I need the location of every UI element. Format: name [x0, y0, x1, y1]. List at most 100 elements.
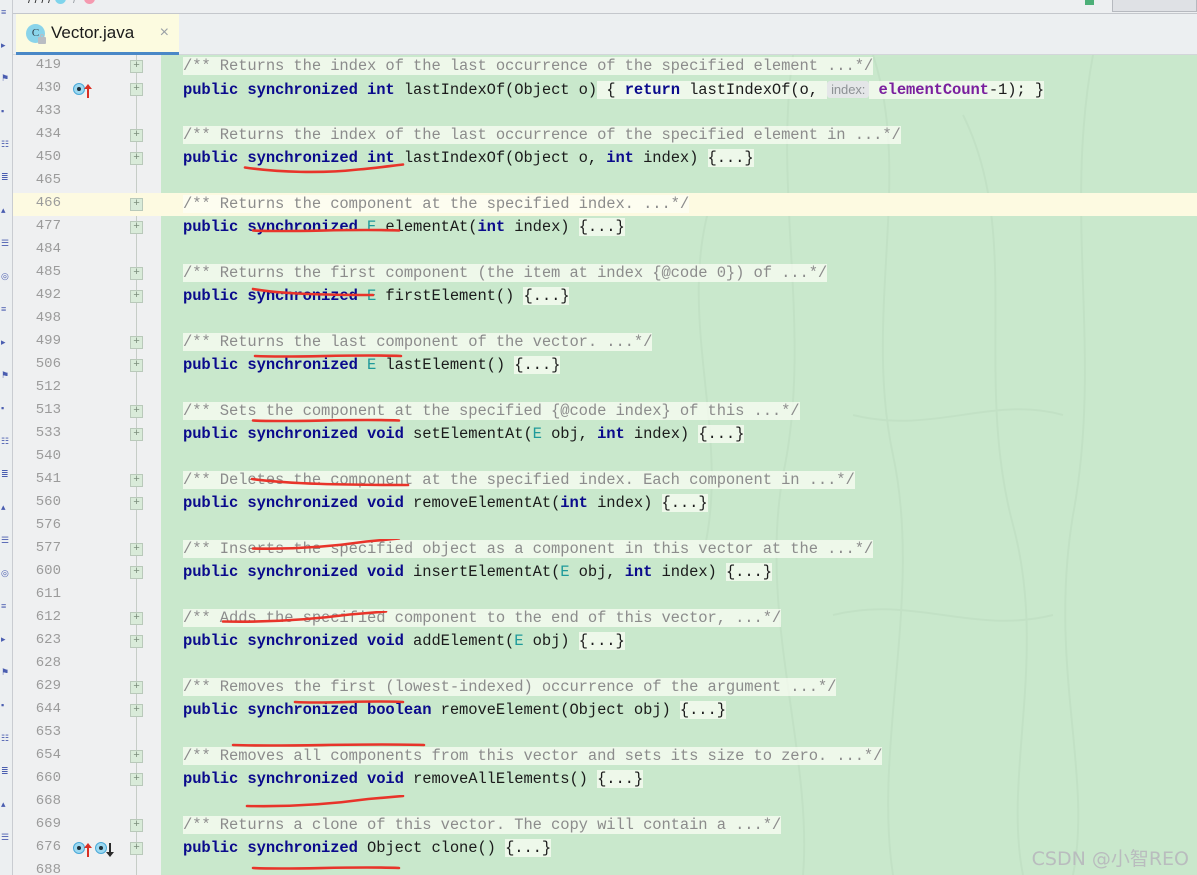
- fold-toggle-icon[interactable]: +: [130, 428, 143, 441]
- code-row[interactable]: 506 + public synchronized E lastElement() …: [13, 354, 1197, 377]
- code-line-text[interactable]: public synchronized int lastIndexOf(Obje…: [183, 80, 1044, 100]
- code-line-text[interactable]: public synchronized E elementAt(int inde…: [183, 218, 625, 237]
- tool-strip-glyph[interactable]: ▴: [1, 503, 6, 512]
- code-row[interactable]: 644 + public synchronized boolean removeEl…: [13, 699, 1197, 722]
- tool-strip-glyph[interactable]: ≣: [1, 767, 9, 776]
- fold-toggle-icon[interactable]: +: [130, 635, 143, 648]
- code-line-text[interactable]: /** Returns the component at the specifi…: [183, 195, 689, 214]
- tool-strip-glyph[interactable]: ☰: [1, 536, 9, 545]
- toolbar-widget[interactable]: [1112, 0, 1197, 12]
- code-row[interactable]: 653: [13, 722, 1197, 745]
- fold-toggle-icon[interactable]: +: [130, 405, 143, 418]
- code-line-text[interactable]: /** Returns a clone of this vector. The …: [183, 816, 781, 835]
- code-line-text[interactable]: /** Removes the first (lowest-indexed) o…: [183, 678, 836, 697]
- code-row[interactable]: 541 + /** Deletes the component at the spe…: [13, 469, 1197, 492]
- fold-toggle-icon[interactable]: +: [130, 543, 143, 556]
- code-row[interactable]: 513 + /** Sets the component at the specif…: [13, 400, 1197, 423]
- code-row[interactable]: 560 + public synchronized void removeEleme…: [13, 492, 1197, 515]
- tool-strip-glyph[interactable]: ☰: [1, 239, 9, 248]
- code-line-text[interactable]: /** Returns the last component of the ve…: [183, 333, 652, 352]
- implemented-method-up-icon[interactable]: [73, 842, 92, 857]
- fold-toggle-icon[interactable]: +: [130, 566, 143, 579]
- code-row[interactable]: 465: [13, 170, 1197, 193]
- tool-strip-glyph[interactable]: ▸: [1, 635, 6, 644]
- tool-strip-glyph[interactable]: ▴: [1, 206, 6, 215]
- tool-strip-glyph[interactable]: ≡: [1, 305, 6, 314]
- fold-toggle-icon[interactable]: +: [130, 83, 143, 96]
- code-line-text[interactable]: /** Returns the index of the last occurr…: [183, 126, 901, 145]
- tool-strip-glyph[interactable]: ▪: [1, 404, 4, 413]
- tool-strip-glyph[interactable]: ☷: [1, 437, 9, 446]
- tool-strip-glyph[interactable]: ☷: [1, 140, 9, 149]
- fold-toggle-icon[interactable]: +: [130, 773, 143, 786]
- fold-toggle-icon[interactable]: +: [130, 842, 143, 855]
- implemented-method-up-icon[interactable]: [73, 83, 92, 98]
- fold-toggle-icon[interactable]: +: [130, 60, 143, 73]
- code-line-text[interactable]: public synchronized E lastElement() {...…: [183, 356, 560, 375]
- fold-toggle-icon[interactable]: +: [130, 359, 143, 372]
- fold-toggle-icon[interactable]: +: [130, 474, 143, 487]
- code-row[interactable]: 450 + public synchronized int lastIndexOf(…: [13, 147, 1197, 170]
- code-editor[interactable]: 419 + /** Returns the index of the last oc…: [13, 55, 1197, 875]
- tool-strip-glyph[interactable]: ⚑: [1, 371, 9, 380]
- left-tool-strip[interactable]: ≡ ▸ ⚑ ▪ ☷ ≣ ▴ ☰ ◎ ≡ ▸ ⚑ ▪ ☷ ≣ ▴ ☰ ◎ ≡ ▸ ⚑ ▪ ☷ ≣ ▴ ☰: [0, 0, 13, 875]
- tool-strip-glyph[interactable]: ▴: [1, 800, 6, 809]
- code-row[interactable]: 623 + public synchronized void addElement(…: [13, 630, 1197, 653]
- code-line-text[interactable]: /** Deletes the component at the specifi…: [183, 471, 855, 490]
- code-row[interactable]: 485 + /** Returns the first component (the…: [13, 262, 1197, 285]
- fold-toggle-icon[interactable]: +: [130, 336, 143, 349]
- fold-toggle-icon[interactable]: +: [130, 681, 143, 694]
- tool-strip-glyph[interactable]: ☰: [1, 833, 9, 842]
- code-line-text[interactable]: /** Inserts the specified object as a co…: [183, 540, 873, 559]
- tool-strip-glyph[interactable]: ☷: [1, 734, 9, 743]
- code-row[interactable]: 611: [13, 584, 1197, 607]
- breadcrumb[interactable]: / / / / /: [28, 0, 95, 6]
- tool-strip-glyph[interactable]: ≣: [1, 470, 9, 479]
- code-row[interactable]: 512: [13, 377, 1197, 400]
- tool-strip-glyph[interactable]: ▪: [1, 107, 4, 116]
- fold-toggle-icon[interactable]: +: [130, 704, 143, 717]
- code-line-text[interactable]: public synchronized void setElementAt(E …: [183, 425, 744, 444]
- tool-strip-glyph[interactable]: ▪: [1, 701, 4, 710]
- fold-toggle-icon[interactable]: +: [130, 221, 143, 234]
- tool-strip-glyph[interactable]: ⚑: [1, 668, 9, 677]
- code-row[interactable]: 466 + /** Returns the component at the spe…: [13, 193, 1197, 216]
- code-row[interactable]: 628: [13, 653, 1197, 676]
- fold-toggle-icon[interactable]: +: [130, 198, 143, 211]
- code-row[interactable]: 629 + /** Removes the first (lowest-indexe…: [13, 676, 1197, 699]
- code-line-text[interactable]: /** Returns the index of the last occurr…: [183, 57, 873, 76]
- code-row[interactable]: 434 + /** Returns the index of the last oc…: [13, 124, 1197, 147]
- code-row[interactable]: 669 + /** Returns a clone of this vector. …: [13, 814, 1197, 837]
- code-row[interactable]: 612 + /** Adds the specified component to …: [13, 607, 1197, 630]
- code-row[interactable]: 499 + /** Returns the last component of th…: [13, 331, 1197, 354]
- code-line-text[interactable]: public synchronized E firstElement() {..…: [183, 287, 570, 306]
- code-row[interactable]: 540: [13, 446, 1197, 469]
- editor-tab-vector-java[interactable]: C Vector.java ×: [16, 14, 179, 55]
- code-line-text[interactable]: public synchronized void addElement(E ob…: [183, 632, 625, 651]
- code-row[interactable]: 688: [13, 860, 1197, 875]
- fold-toggle-icon[interactable]: +: [130, 750, 143, 763]
- tool-strip-glyph[interactable]: ≡: [1, 8, 6, 17]
- code-line-text[interactable]: /** Sets the component at the specified …: [183, 402, 800, 421]
- code-line-text[interactable]: public synchronized void insertElementAt…: [183, 563, 772, 582]
- code-row[interactable]: 577 + /** Inserts the specified object as …: [13, 538, 1197, 561]
- code-row[interactable]: 498: [13, 308, 1197, 331]
- code-row[interactable]: 533 + public synchronized void setElementA…: [13, 423, 1197, 446]
- code-row[interactable]: 576: [13, 515, 1197, 538]
- tool-strip-glyph[interactable]: ≡: [1, 602, 6, 611]
- code-line-text[interactable]: public synchronized void removeElementAt…: [183, 494, 708, 513]
- tool-strip-glyph[interactable]: ◎: [1, 569, 9, 578]
- code-row[interactable]: 484: [13, 239, 1197, 262]
- fold-toggle-icon[interactable]: +: [130, 612, 143, 625]
- code-row[interactable]: 430 + public synchronized int lastIndexOf(…: [13, 78, 1197, 101]
- code-row[interactable]: 433: [13, 101, 1197, 124]
- fold-toggle-icon[interactable]: +: [130, 129, 143, 142]
- code-row[interactable]: 668: [13, 791, 1197, 814]
- overridden-method-down-icon[interactable]: [95, 842, 114, 857]
- code-row[interactable]: 477 + public synchronized E elementAt(int …: [13, 216, 1197, 239]
- fold-toggle-icon[interactable]: +: [130, 267, 143, 280]
- code-row[interactable]: 676 + public synchronized Object clone() {…: [13, 837, 1197, 860]
- code-line-text[interactable]: /** Removes all components from this vec…: [183, 747, 882, 766]
- close-icon[interactable]: ×: [158, 25, 171, 41]
- fold-toggle-icon[interactable]: +: [130, 290, 143, 303]
